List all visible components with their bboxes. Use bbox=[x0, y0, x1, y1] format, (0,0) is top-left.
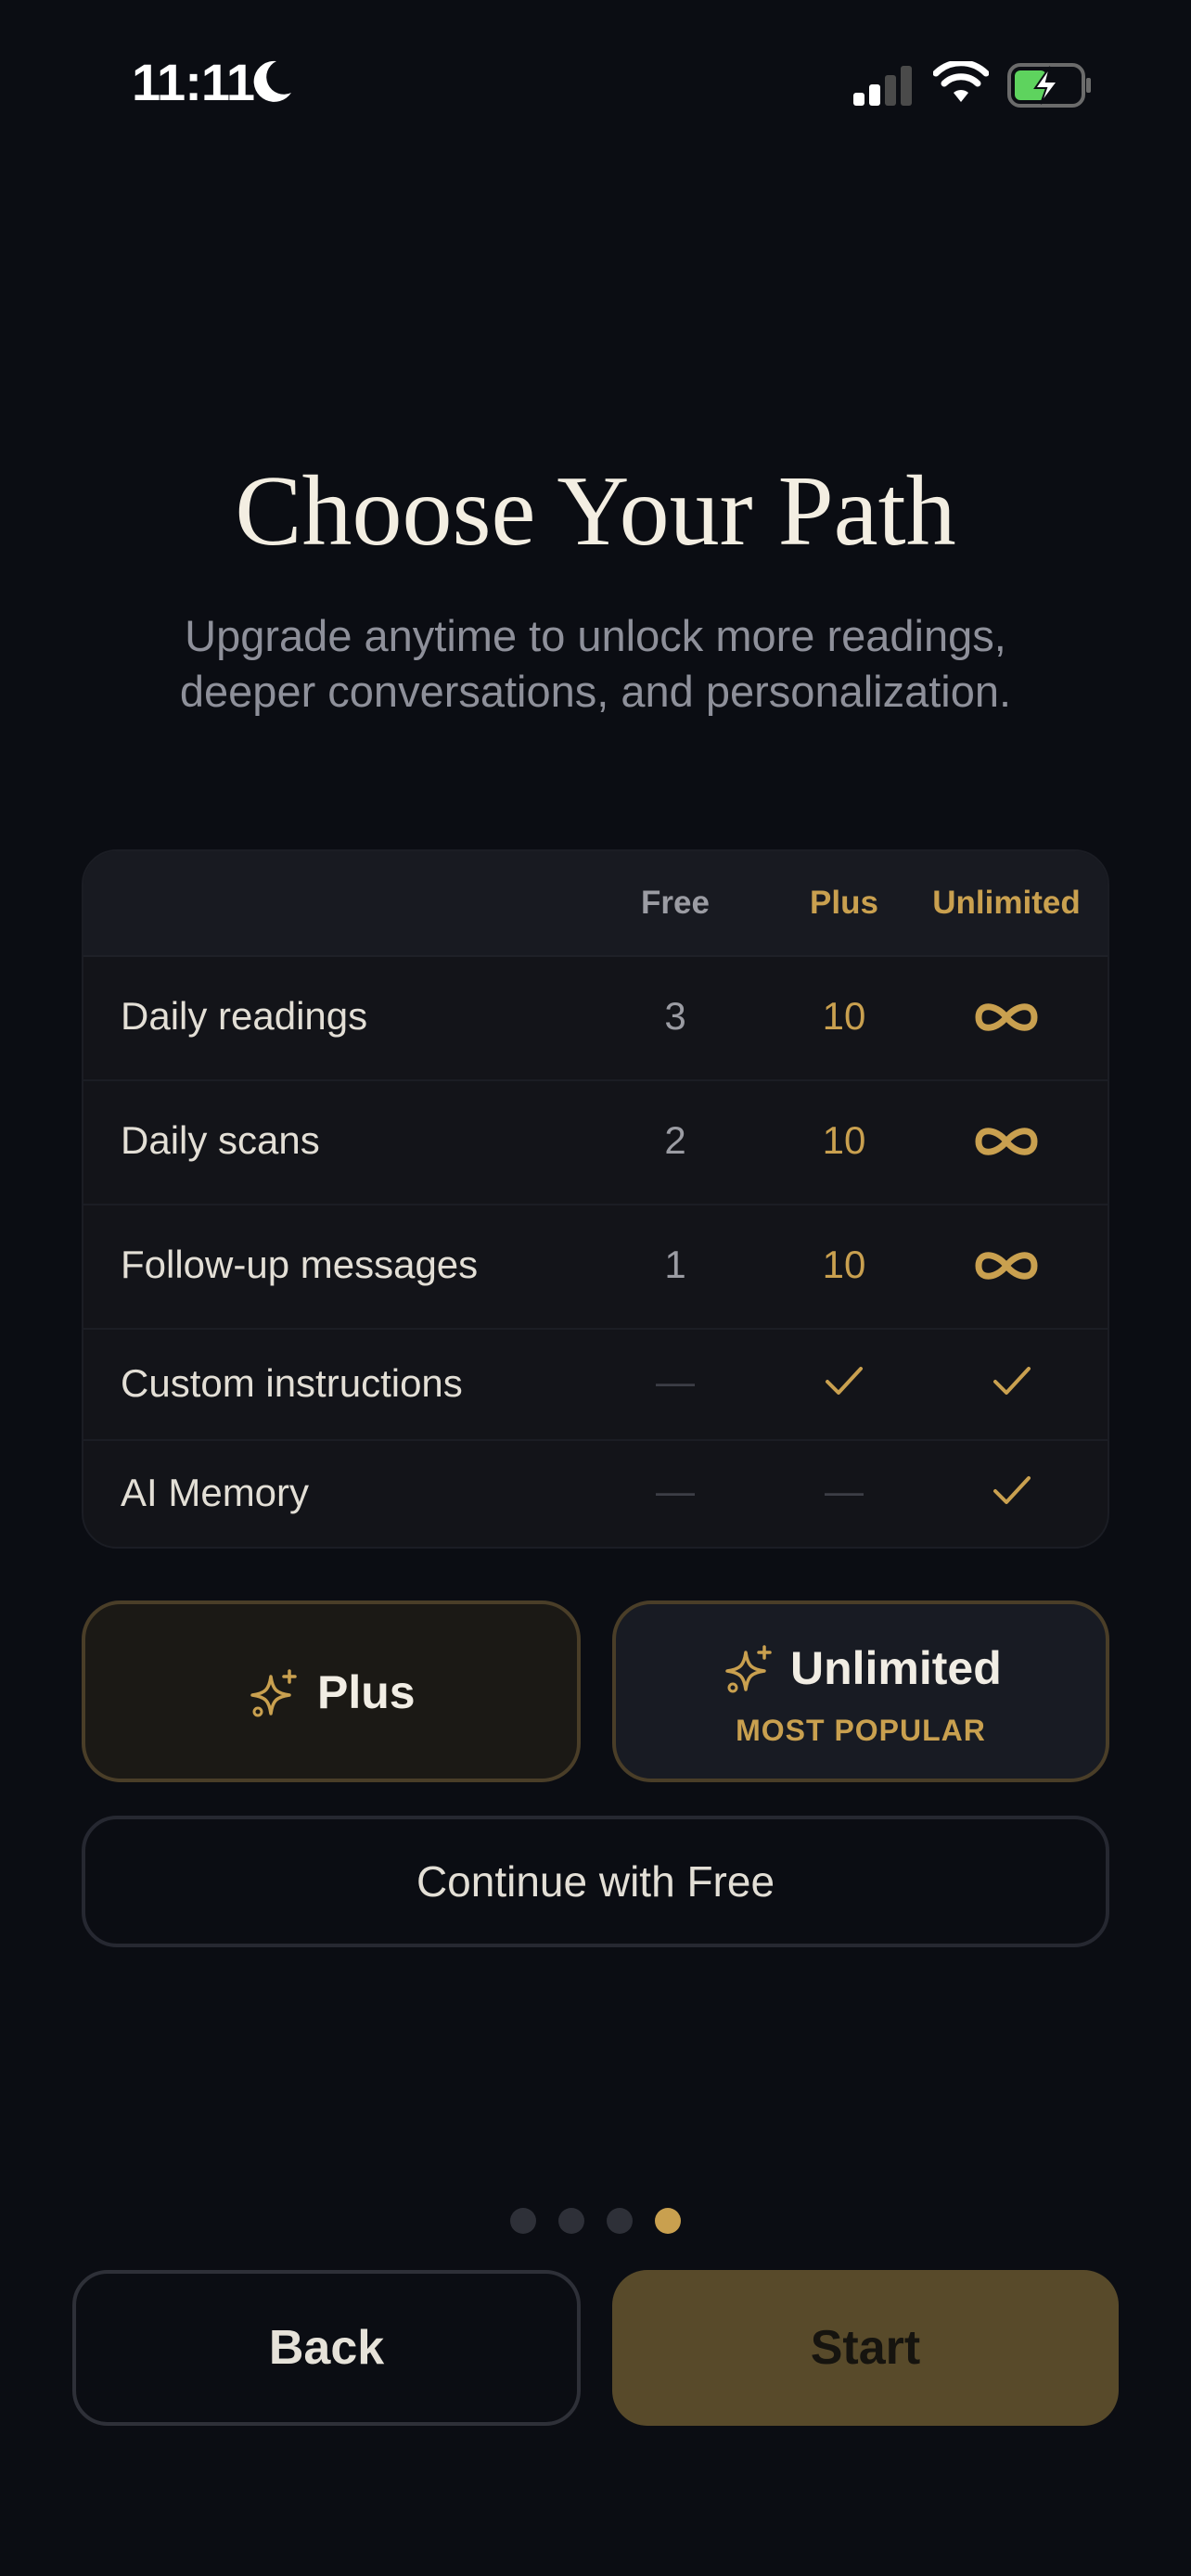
plus-value: 10 bbox=[822, 1118, 866, 1162]
row-label: AI Memory bbox=[121, 1471, 310, 1514]
most-popular-badge: MOST POPULAR bbox=[736, 1714, 986, 1747]
row-label: Daily readings bbox=[121, 994, 368, 1038]
infinity-icon bbox=[975, 1003, 1038, 1031]
plus-value: 10 bbox=[822, 994, 866, 1038]
status-time: 11:11 bbox=[132, 53, 255, 111]
table-row: Daily scans 2 10 bbox=[83, 1079, 1108, 1205]
table-row: Custom instructions — bbox=[83, 1328, 1108, 1441]
battery-charging-icon bbox=[1007, 63, 1091, 108]
free-value: 3 bbox=[664, 994, 686, 1038]
row-label: Daily scans bbox=[121, 1118, 320, 1162]
dash-icon: — bbox=[656, 1469, 695, 1512]
unlimited-plan-label: Unlimited bbox=[790, 1642, 1002, 1694]
row-label: Custom instructions bbox=[121, 1361, 463, 1405]
dash-icon: — bbox=[825, 1469, 864, 1512]
table-row: Follow-up messages 1 10 bbox=[83, 1204, 1108, 1330]
free-value: 1 bbox=[664, 1243, 686, 1286]
plan-comparison-table: Free Plus Unlimited Daily readings 3 10 … bbox=[82, 849, 1109, 1549]
moon-icon bbox=[253, 60, 291, 102]
checkmark-icon bbox=[993, 1476, 1031, 1504]
table-header: Free Plus Unlimited bbox=[83, 851, 1108, 957]
back-button[interactable]: Back bbox=[72, 2270, 581, 2426]
start-button[interactable]: Start bbox=[612, 2270, 1119, 2426]
header-plus: Plus bbox=[810, 885, 878, 921]
row-label: Follow-up messages bbox=[121, 1243, 479, 1286]
sparkles-icon bbox=[250, 1669, 297, 1717]
page-title: Choose Your Path bbox=[235, 456, 956, 567]
checkmark-icon bbox=[826, 1367, 863, 1395]
page-dot bbox=[510, 2208, 536, 2234]
unlimited-plan-button[interactable]: Unlimited MOST POPULAR bbox=[612, 1600, 1109, 1782]
infinity-icon bbox=[975, 1128, 1038, 1155]
page-dot-active bbox=[655, 2208, 681, 2234]
header-free: Free bbox=[641, 885, 710, 921]
dash-icon: — bbox=[656, 1359, 695, 1403]
checkmark-icon bbox=[993, 1367, 1031, 1395]
page-subtitle: Upgrade anytime to unlock more readings,… bbox=[179, 611, 1012, 716]
plus-plan-button[interactable]: Plus bbox=[82, 1600, 581, 1782]
infinity-icon bbox=[975, 1252, 1038, 1280]
continue-free-button[interactable]: Continue with Free bbox=[82, 1816, 1109, 1947]
table-row: AI Memory — — bbox=[83, 1439, 1108, 1547]
plus-value: 10 bbox=[822, 1243, 866, 1286]
wifi-icon bbox=[933, 61, 989, 102]
free-value: 2 bbox=[664, 1118, 686, 1162]
table-row: Daily readings 3 10 bbox=[83, 955, 1108, 1081]
cellular-signal-icon bbox=[853, 66, 912, 106]
page-dot bbox=[607, 2208, 633, 2234]
page-dot bbox=[558, 2208, 584, 2234]
sparkles-icon bbox=[725, 1645, 772, 1693]
plus-plan-label: Plus bbox=[317, 1666, 416, 1718]
header-unlimited: Unlimited bbox=[932, 885, 1081, 921]
